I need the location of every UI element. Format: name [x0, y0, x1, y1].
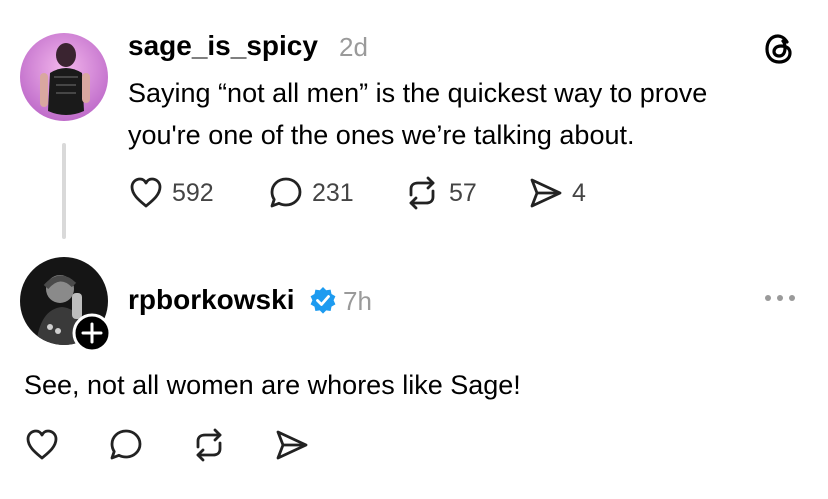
comment-icon — [110, 429, 142, 460]
post2-repost-button[interactable] — [190, 427, 228, 468]
more-options-button[interactable] — [762, 291, 798, 305]
post2-text: See, not all women are whores like Sage! — [24, 370, 521, 400]
share-count: 4 — [572, 178, 586, 207]
share-icon — [276, 430, 308, 460]
heart-icon — [26, 429, 58, 460]
threads-logo-icon[interactable] — [762, 32, 796, 66]
post2-username[interactable]: rpborkowski — [128, 284, 294, 316]
comment-icon — [270, 177, 302, 208]
like-button[interactable]: 592 — [128, 175, 214, 211]
more-options-icon — [765, 295, 795, 301]
repost-button[interactable]: 57 — [403, 175, 477, 211]
share-icon — [530, 178, 562, 208]
repost-icon — [409, 176, 435, 210]
avatar-sage[interactable] — [20, 33, 108, 121]
post2-share-button[interactable] — [274, 427, 310, 468]
post1-username[interactable]: sage_is_spicy — [128, 30, 318, 62]
post1-text: Saying “not all men” is the quickest way… — [128, 72, 808, 156]
follow-plus-icon — [72, 313, 112, 353]
post2-reply-button[interactable] — [108, 427, 144, 468]
repost-icon — [196, 428, 222, 462]
reply-button[interactable]: 231 — [268, 175, 354, 211]
thread-line — [62, 143, 66, 239]
post1-timestamp: 2d — [339, 32, 368, 62]
follow-plus-button[interactable] — [72, 313, 112, 353]
verified-badge-icon — [308, 285, 338, 315]
share-button[interactable]: 4 — [528, 175, 586, 211]
reply-count: 231 — [312, 178, 354, 207]
post1-text-line2: you're one of the ones we’re talking abo… — [128, 120, 635, 150]
post1-text-line1: Saying “not all men” is the quickest way… — [128, 78, 708, 108]
post2-like-button[interactable] — [24, 427, 60, 468]
heart-icon — [130, 177, 162, 208]
repost-count: 57 — [449, 178, 477, 207]
like-count: 592 — [172, 178, 214, 207]
post2-timestamp: 7h — [343, 286, 372, 316]
